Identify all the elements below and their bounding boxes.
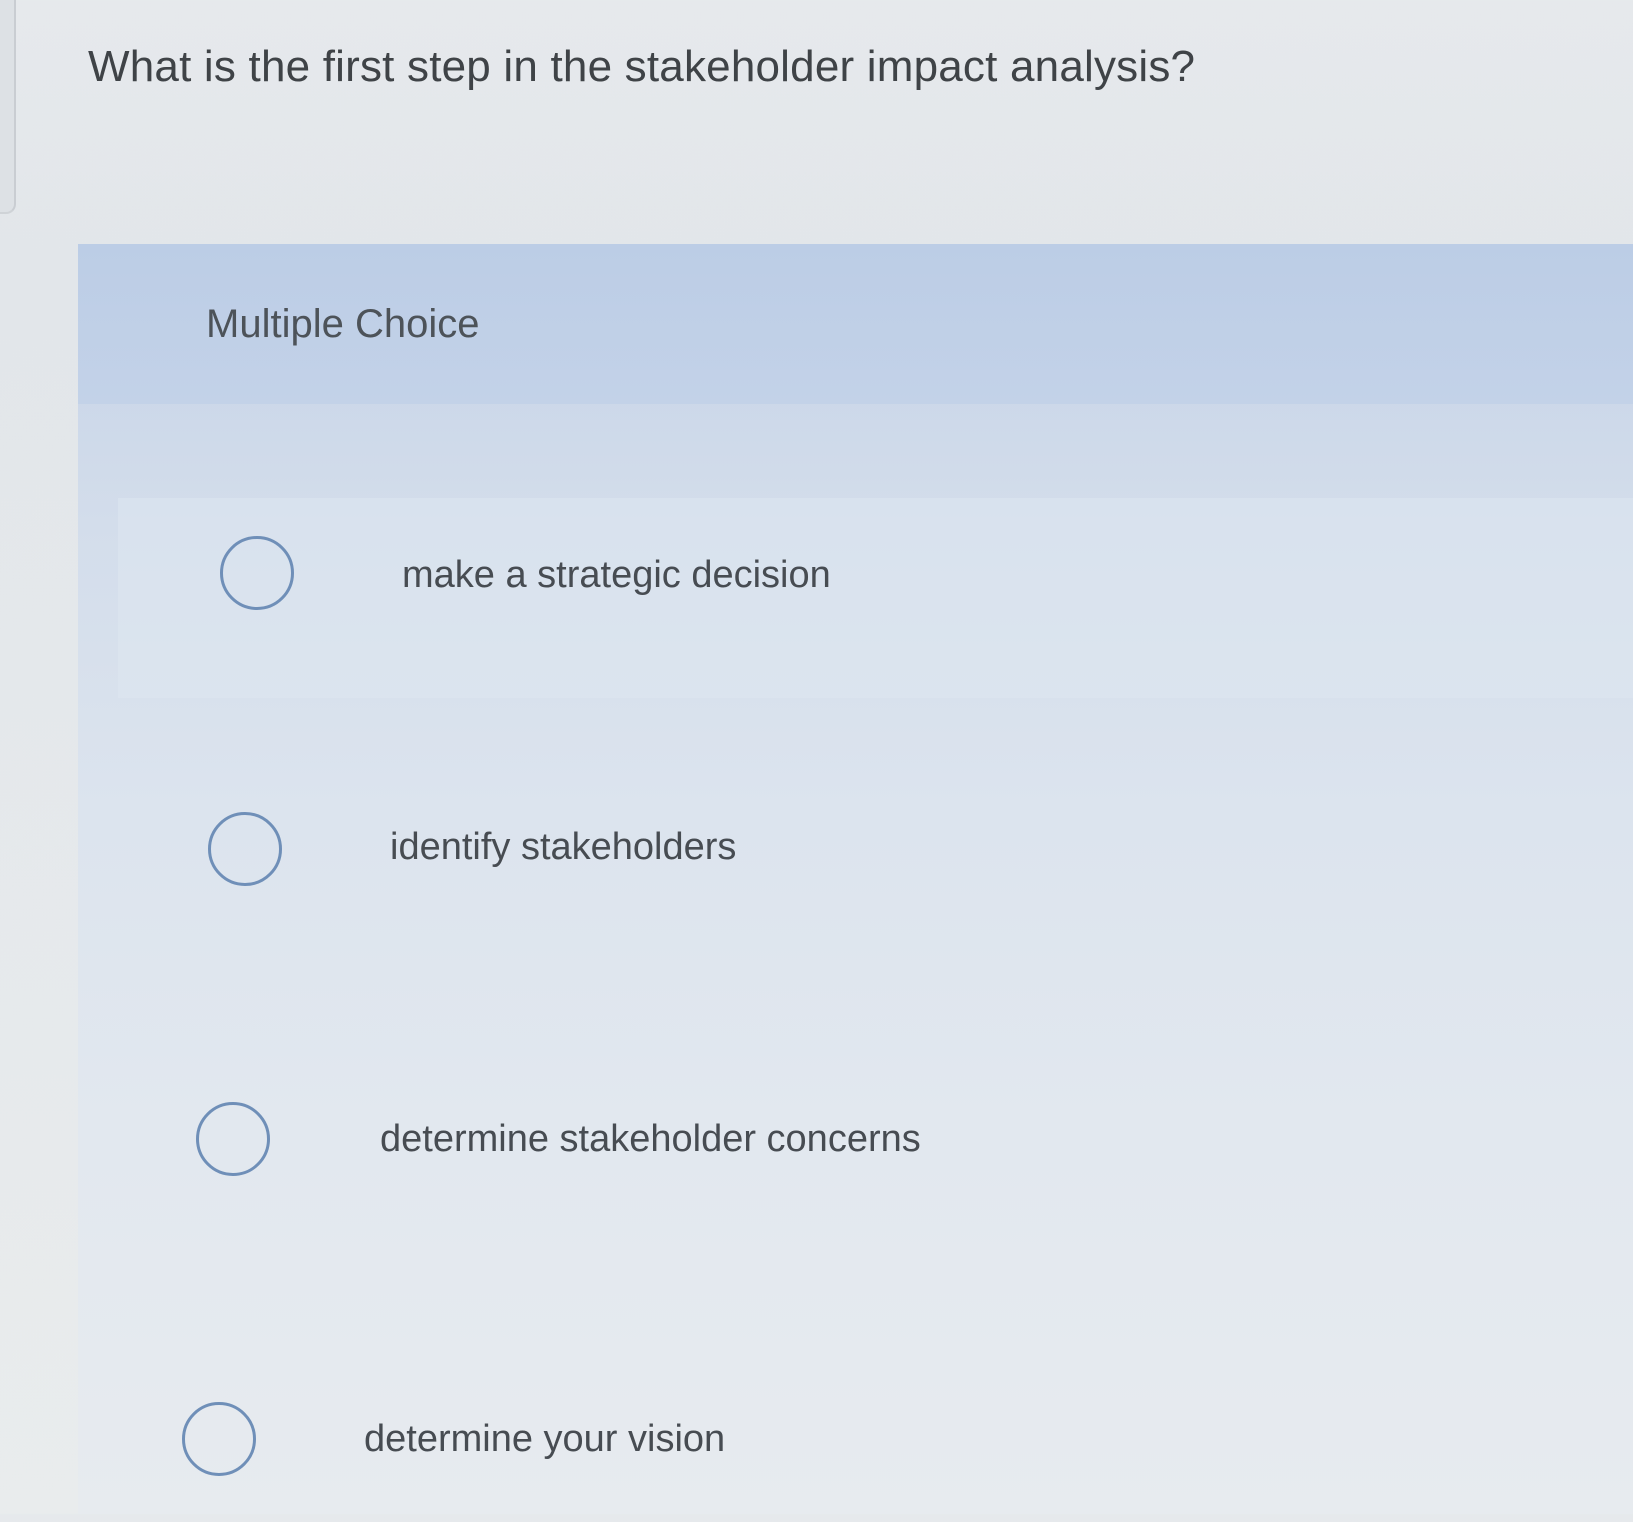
radio-button[interactable]: [196, 1102, 270, 1176]
question-type-label: Multiple Choice: [206, 302, 480, 346]
window-edge: [0, 0, 16, 214]
radio-button[interactable]: [220, 536, 294, 610]
radio-button[interactable]: [208, 812, 282, 886]
answer-panel: Multiple Choice make a strategic decisio…: [78, 244, 1633, 1514]
option-label: make a strategic decision: [402, 554, 831, 596]
panel-header: Multiple Choice: [78, 244, 1633, 404]
question-text: What is the first step in the stakeholde…: [88, 42, 1196, 91]
option-label: determine your vision: [364, 1418, 726, 1460]
option-determine-your-vision[interactable]: determine your vision: [118, 1322, 1633, 1522]
radio-button[interactable]: [182, 1402, 256, 1476]
option-identify-stakeholders[interactable]: identify stakeholders: [118, 768, 1633, 968]
option-label: identify stakeholders: [390, 826, 737, 868]
option-make-strategic-decision[interactable]: make a strategic decision: [118, 498, 1633, 698]
option-determine-stakeholder-concerns[interactable]: determine stakeholder concerns: [118, 1046, 1633, 1246]
option-label: determine stakeholder concerns: [380, 1118, 921, 1160]
